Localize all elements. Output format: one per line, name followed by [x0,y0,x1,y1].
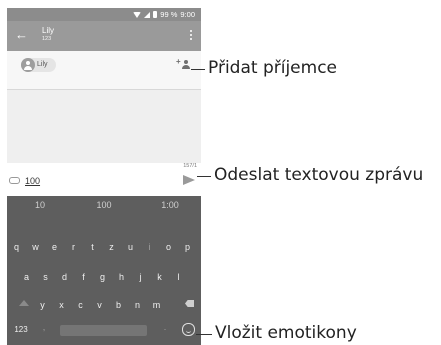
suggestion-item[interactable]: 100 [79,200,129,210]
key-w[interactable]: w [27,236,44,258]
status-bar: 99 % 9:00 [7,8,201,21]
key-n[interactable]: n [129,294,146,316]
key-c[interactable]: c [72,294,89,316]
app-bar: ← Lily 123 [7,21,201,51]
key-f[interactable]: f [75,266,92,288]
avatar [21,58,35,72]
suggestion-item[interactable]: 1:00 [145,200,195,210]
callout-send-message: Odeslat textovou zprávu [214,165,424,185]
signal-icon [144,11,151,18]
suggestion-strip: 10 100 1:00 [7,196,201,218]
recipient-name: Lily [37,61,48,68]
key-v[interactable]: v [91,294,108,316]
key-a[interactable]: a [18,266,35,288]
char-counter: 157/1 [183,163,197,169]
key-j[interactable]: j [132,266,149,288]
phone-screen: 99 % 9:00 ← Lily 123 Lily + 157/1 10 100… [7,8,201,345]
recipient-chip[interactable]: Lily [21,58,56,72]
period-key[interactable]: . [159,316,171,338]
compose-bar: 157/1 [7,163,201,196]
conversation-subtitle: 123 [42,36,52,42]
message-list [7,90,201,163]
symbols-key[interactable]: 123 [10,319,32,341]
battery-percent: 99 % [160,10,178,19]
key-i[interactable]: i [141,236,158,258]
key-o[interactable]: o [160,236,177,258]
key-l[interactable]: l [170,266,187,288]
arrow-left-icon[interactable]: ← [15,27,28,43]
add-person-icon[interactable]: + [176,58,192,71]
key-k[interactable]: k [151,266,168,288]
more-vert-icon[interactable] [190,30,192,42]
callout-insert-emoji: Vložit emotikony [215,323,357,343]
suggestion-item[interactable]: 10 [15,200,65,210]
key-y[interactable]: y [34,294,51,316]
shift-icon[interactable] [19,300,29,306]
keyboard: 10 100 1:00 q w e r t z u i o p a s d f … [7,196,201,345]
message-input[interactable] [25,175,155,187]
conversation-title: Lily [42,26,55,35]
key-b[interactable]: b [110,294,127,316]
battery-icon [153,11,158,18]
key-m[interactable]: m [148,294,165,316]
key-g[interactable]: g [94,266,111,288]
key-h[interactable]: h [113,266,130,288]
key-u[interactable]: u [122,236,139,258]
key-r[interactable]: r [65,236,82,258]
key-d[interactable]: d [56,266,73,288]
wifi-icon [133,11,142,18]
callout-line-emoji [196,334,212,335]
key-z[interactable]: z [103,236,120,258]
key-q[interactable]: q [8,236,25,258]
key-s[interactable]: s [37,266,54,288]
callout-add-recipient: Přidat příjemce [208,58,337,78]
comma-key[interactable]: , [38,316,50,338]
send-icon[interactable] [183,175,195,185]
callout-line-add-recipient [191,69,205,70]
key-p[interactable]: p [179,236,196,258]
backspace-icon[interactable] [185,300,194,307]
smiley-icon[interactable] [182,323,195,336]
paperclip-icon[interactable] [9,177,20,184]
clock: 9:00 [180,10,195,19]
recipients-bar: Lily + [7,51,201,90]
key-x[interactable]: x [53,294,70,316]
key-t[interactable]: t [84,236,101,258]
key-e[interactable]: e [46,236,63,258]
space-key[interactable] [60,325,147,336]
callout-line-send [197,176,211,177]
